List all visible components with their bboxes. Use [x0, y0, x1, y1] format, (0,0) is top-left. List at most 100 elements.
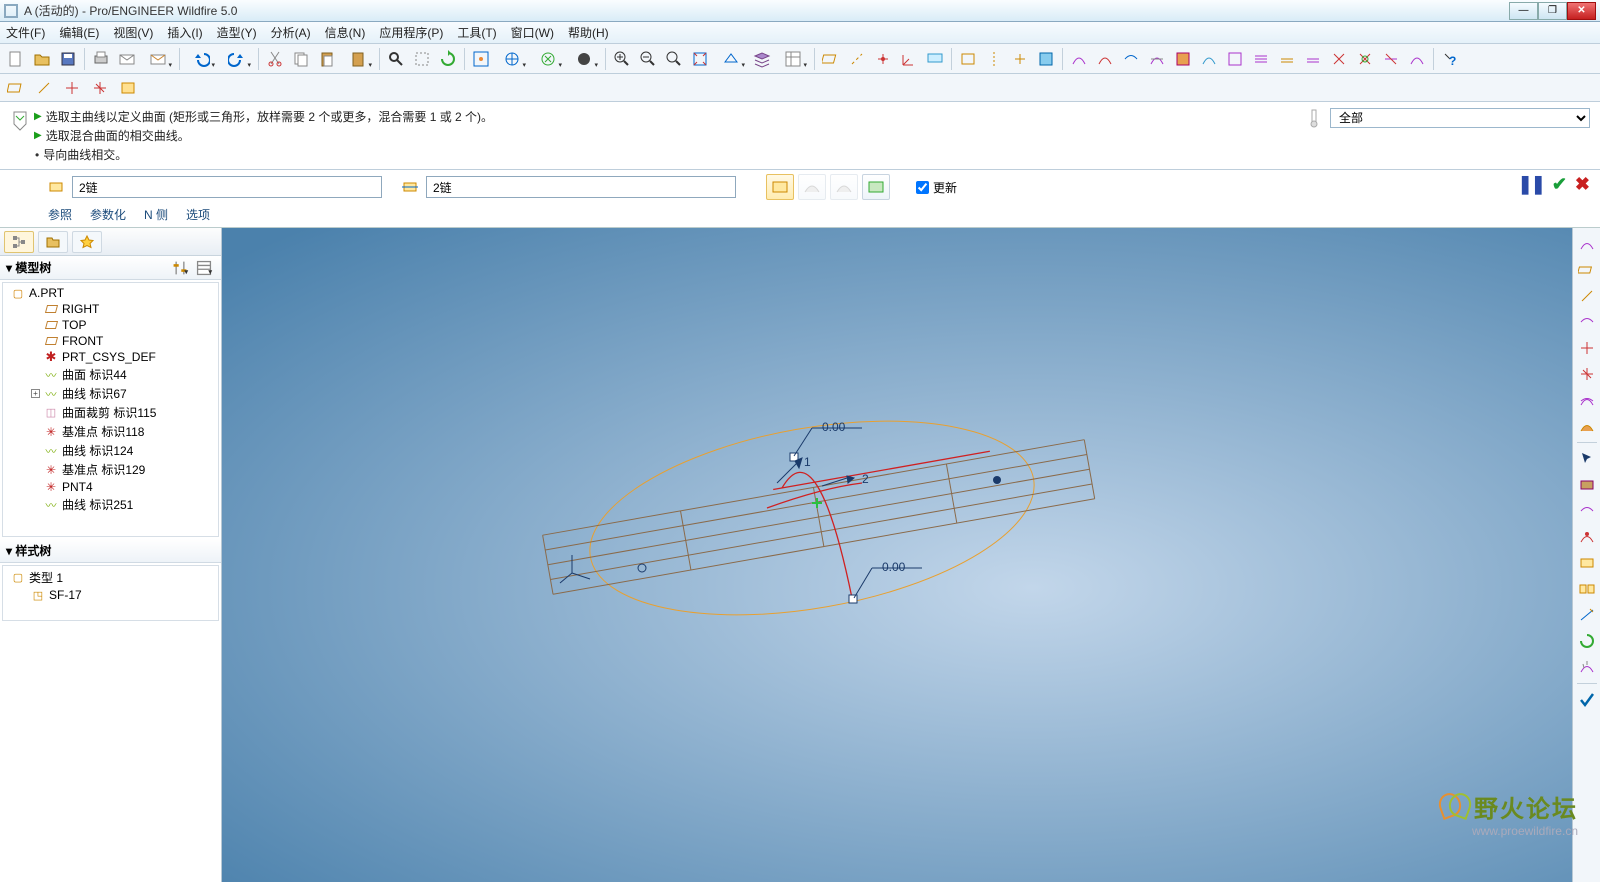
menu-insert[interactable]: 插入(I): [167, 24, 202, 41]
style-curve-4[interactable]: [1145, 47, 1169, 71]
surface-type-2-button[interactable]: [798, 174, 826, 200]
print-button[interactable]: [89, 47, 113, 71]
style-surface-tool[interactable]: [1575, 414, 1599, 438]
paste-button[interactable]: [315, 47, 339, 71]
tree-item[interactable]: TOP: [3, 317, 218, 333]
cut-button[interactable]: [263, 47, 287, 71]
tree-item[interactable]: 〰曲面 标识44: [3, 365, 218, 384]
tree-show-button[interactable]: [193, 258, 215, 278]
datum-plane-button[interactable]: [819, 47, 843, 71]
tree-item[interactable]: 〰曲线 标识124: [3, 441, 218, 460]
style-curve-8[interactable]: [1249, 47, 1273, 71]
accept-button[interactable]: ✔: [1552, 174, 1567, 195]
datum-tool-2[interactable]: [32, 76, 56, 100]
redo-button[interactable]: [220, 47, 254, 71]
copy-button[interactable]: [289, 47, 313, 71]
style-ok[interactable]: [1575, 688, 1599, 712]
surface-type-1-button[interactable]: [766, 174, 794, 200]
dash-tab-param[interactable]: 参数化: [90, 206, 126, 223]
tree-item[interactable]: ✱PRT_CSYS_DEF: [3, 349, 218, 365]
email-drop-button[interactable]: [141, 47, 175, 71]
model-tree-tab[interactable]: [4, 231, 34, 253]
datum-tool-1[interactable]: [4, 76, 28, 100]
datum-axis-button[interactable]: [845, 47, 869, 71]
tree-item[interactable]: ✳基准点 标识118: [3, 422, 218, 441]
undo-button[interactable]: [184, 47, 218, 71]
style-curve-3[interactable]: [1119, 47, 1143, 71]
select-arrow[interactable]: [1575, 447, 1599, 471]
style-regen[interactable]: [1575, 629, 1599, 653]
open-button[interactable]: [30, 47, 54, 71]
menu-style[interactable]: 造型(Y): [217, 24, 257, 41]
menu-edit[interactable]: 编辑(E): [59, 24, 99, 41]
style-curve-5[interactable]: [1171, 47, 1195, 71]
datum-tool-5[interactable]: [116, 76, 140, 100]
csys-disp-button[interactable]: [1034, 47, 1058, 71]
dash-tab-ref[interactable]: 参照: [48, 206, 72, 223]
new-button[interactable]: [4, 47, 28, 71]
annotation-button[interactable]: [923, 47, 947, 71]
tree-item[interactable]: ✳基准点 标识129: [3, 460, 218, 479]
update-checkbox-input[interactable]: [916, 181, 929, 194]
folder-tab[interactable]: [38, 231, 68, 253]
tree-item[interactable]: RIGHT: [3, 301, 218, 317]
zoom-out-button[interactable]: [636, 47, 660, 71]
help-button[interactable]: ?: [1438, 47, 1462, 71]
tree-settings-button[interactable]: [169, 258, 191, 278]
tree-item[interactable]: ✳PNT4: [3, 479, 218, 495]
style-tree-item[interactable]: ◳SF-17: [3, 587, 218, 603]
datum-tool-4[interactable]: [88, 76, 112, 100]
point-disp-button[interactable]: [1008, 47, 1032, 71]
refit-button[interactable]: [688, 47, 712, 71]
regen-button[interactable]: [436, 47, 460, 71]
display-style-button[interactable]: [714, 47, 748, 71]
style-x2[interactable]: [1353, 47, 1377, 71]
paste-special-button[interactable]: [341, 47, 375, 71]
style-surface-edit[interactable]: [1575, 551, 1599, 575]
menu-tools[interactable]: 工具(T): [457, 24, 496, 41]
style-surface-connect[interactable]: [1575, 577, 1599, 601]
zoom-in-button[interactable]: [610, 47, 634, 71]
view-manager-button[interactable]: [776, 47, 810, 71]
style-curve-7[interactable]: [1223, 47, 1247, 71]
layers-button[interactable]: [750, 47, 774, 71]
menu-info[interactable]: 信息(N): [325, 24, 366, 41]
style-curvature[interactable]: [1575, 655, 1599, 679]
style-tree[interactable]: ▢类型 1 ◳SF-17: [2, 565, 219, 621]
surface-type-3-button[interactable]: [830, 174, 858, 200]
datum-csys-button[interactable]: [897, 47, 921, 71]
datum-tool-3[interactable]: [60, 76, 84, 100]
menu-app[interactable]: 应用程序(P): [379, 24, 443, 41]
close-button[interactable]: ✕: [1567, 2, 1596, 20]
plane-disp-button[interactable]: [956, 47, 980, 71]
style-curve-2[interactable]: [1093, 47, 1117, 71]
style-csys-tool[interactable]: [1575, 362, 1599, 386]
update-checkbox[interactable]: 更新: [916, 179, 957, 196]
style-tree-item[interactable]: ▢类型 1: [3, 568, 218, 587]
menu-analysis[interactable]: 分析(A): [271, 24, 311, 41]
tree-item[interactable]: ◫曲面裁剪 标识115: [3, 403, 218, 422]
favorites-tab[interactable]: [72, 231, 102, 253]
model-tree[interactable]: ▢A.PRT RIGHT TOP FRONT ✱PRT_CSYS_DEF 〰曲面…: [2, 282, 219, 537]
tree-item[interactable]: FRONT: [3, 333, 218, 349]
cancel-button[interactable]: ✖: [1575, 174, 1590, 195]
graphics-canvas[interactable]: 0.00 0.00 1 2: [222, 228, 1572, 882]
dash-tab-options[interactable]: 选项: [186, 206, 210, 223]
style-curve-9[interactable]: [1275, 47, 1299, 71]
style-curve-1[interactable]: [1067, 47, 1091, 71]
style-trim[interactable]: [1575, 603, 1599, 627]
surface-type-4-button[interactable]: [862, 174, 890, 200]
appearance-button[interactable]: [567, 47, 601, 71]
style-planar-curve[interactable]: [1575, 258, 1599, 282]
style-curve-10[interactable]: [1301, 47, 1325, 71]
select-button[interactable]: [410, 47, 434, 71]
style-free-curve[interactable]: [1575, 232, 1599, 256]
menu-file[interactable]: 文件(F): [6, 24, 45, 41]
email-button[interactable]: [115, 47, 139, 71]
pause-button[interactable]: ❚❚: [1518, 174, 1544, 195]
menu-window[interactable]: 窗口(W): [511, 24, 554, 41]
zoom-fit-button[interactable]: [662, 47, 686, 71]
datum-point-button[interactable]: [871, 47, 895, 71]
save-button[interactable]: [56, 47, 80, 71]
style-point-tool[interactable]: [1575, 336, 1599, 360]
